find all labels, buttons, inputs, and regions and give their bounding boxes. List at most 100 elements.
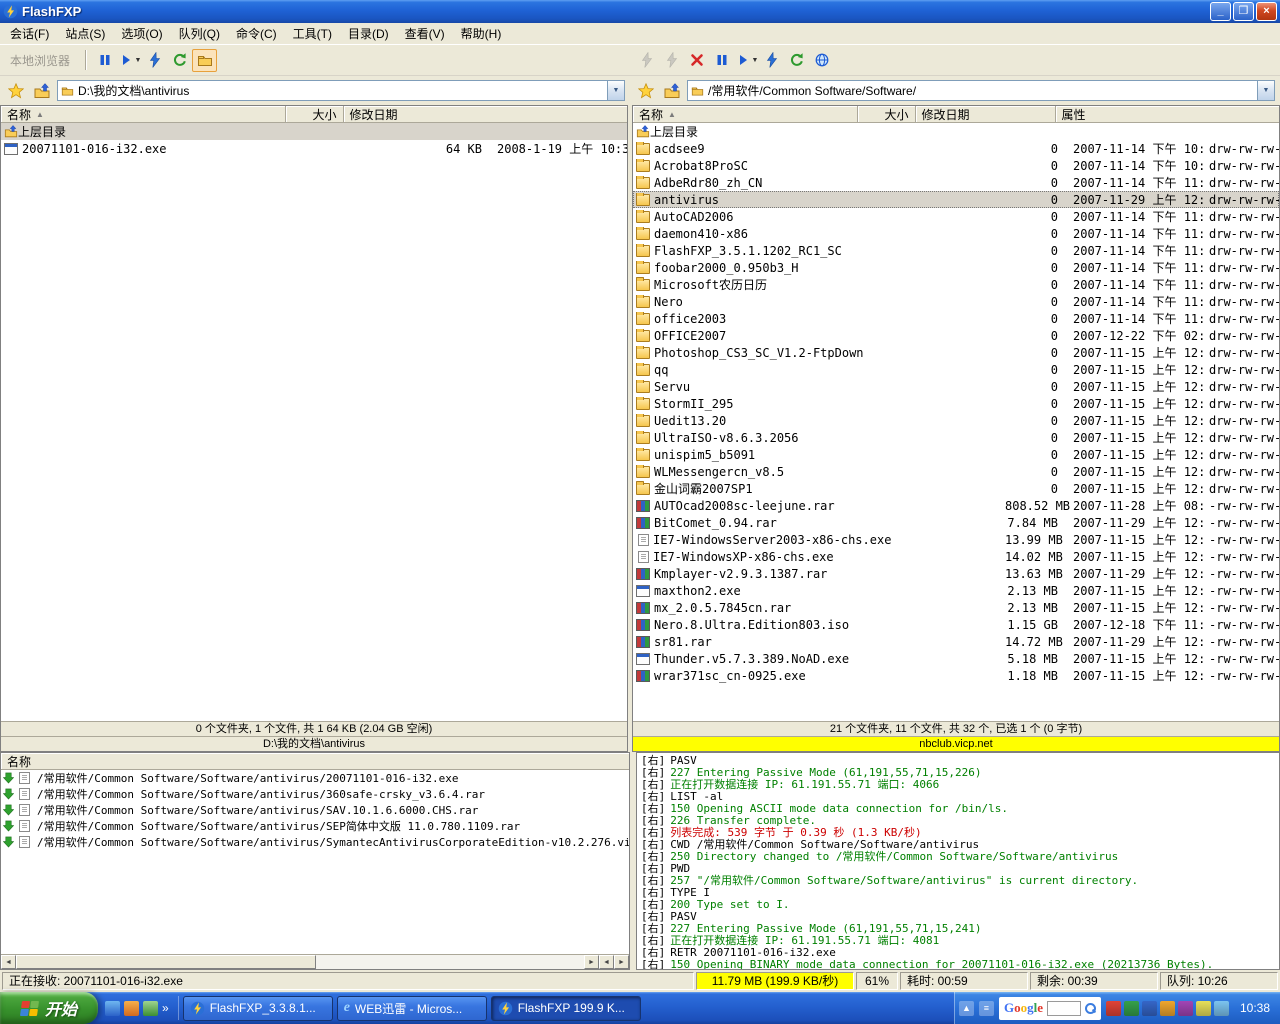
column-header-size[interactable]: 大小 (858, 106, 916, 123)
file-row[interactable]: 20071101-016-i32.exe64 KB2008-1-19 上午 10… (1, 140, 627, 157)
file-row[interactable]: AdbeRdr80_zh_CN02007-11-14 下午 11:12drw-r… (633, 174, 1279, 191)
tray-icon[interactable] (1160, 1001, 1175, 1016)
titlebar[interactable]: FlashFXP _ ❐ × (0, 0, 1280, 23)
tray-icon[interactable] (1142, 1001, 1157, 1016)
file-row[interactable]: unispim5_b509102007-11-15 上午 12:07drw-rw… (633, 446, 1279, 463)
hidden-icons-chevron[interactable]: ▲ (959, 1001, 974, 1016)
file-row[interactable]: wrar371sc_cn-0925.exe1.18 MB2007-11-15 上… (633, 667, 1279, 684)
queue-item[interactable]: /常用软件/Common Software/Software/antivirus… (1, 770, 629, 786)
play-icon[interactable]: ▼ (734, 49, 759, 72)
column-header-name[interactable]: 名称▲ (633, 106, 858, 123)
queue-item[interactable]: /常用软件/Common Software/Software/antivirus… (1, 802, 629, 818)
menu-item[interactable]: 会话(F) (2, 23, 57, 44)
file-row[interactable]: foobar2000_0.950b3_H02007-11-14 下午 11:31… (633, 259, 1279, 276)
up-directory-button[interactable] (661, 80, 683, 102)
file-row[interactable]: Nero02007-11-14 下午 11:33drw-rw-rw- (633, 293, 1279, 310)
menu-item[interactable]: 查看(V) (397, 23, 453, 44)
column-header-attr[interactable]: 属性 (1056, 106, 1280, 123)
menu-item[interactable]: 帮助(H) (453, 23, 510, 44)
queue-item[interactable]: /常用软件/Common Software/Software/antivirus… (1, 818, 629, 834)
minimize-button[interactable]: _ (1210, 2, 1231, 21)
menu-item[interactable]: 目录(D) (340, 23, 397, 44)
flashfxp-app-icon[interactable] (3, 4, 18, 19)
queue-item[interactable]: /常用软件/Common Software/Software/antivirus… (1, 834, 629, 850)
maximize-button[interactable]: ❐ (1233, 2, 1254, 21)
favorites-star-icon[interactable] (5, 80, 27, 102)
refresh-icon[interactable] (784, 49, 809, 72)
menu-item[interactable]: 工具(T) (285, 23, 340, 44)
close-button[interactable]: × (1256, 2, 1277, 21)
remote-path-combobox[interactable]: /常用软件/Common Software/Software/ ▼ (687, 80, 1275, 101)
file-row[interactable]: IE7-WindowsXP-x86-chs.exe14.02 MB2007-11… (633, 548, 1279, 565)
tray-icon[interactable] (1214, 1001, 1229, 1016)
refresh-icon[interactable] (167, 49, 192, 72)
column-header-date[interactable]: 修改日期 (916, 106, 1056, 123)
task-button[interactable]: FlashFXP 199.9 K... (491, 996, 641, 1021)
scrollbar-thumb[interactable] (16, 955, 316, 969)
scroll-left-icon[interactable]: ◄ (1, 955, 16, 969)
file-row[interactable]: Microsoft农历日历02007-11-14 下午 11:32drw-rw-… (633, 276, 1279, 293)
google-search-input[interactable] (1047, 1001, 1081, 1016)
menu-item[interactable]: 命令(C) (228, 23, 285, 44)
queue-item[interactable]: /常用软件/Common Software/Software/antivirus… (1, 786, 629, 802)
chevron-down-icon[interactable]: ▼ (135, 57, 142, 64)
language-bar-icon[interactable]: ≡ (979, 1001, 994, 1016)
quicklaunch-overflow-chevron[interactable]: » (162, 1001, 169, 1015)
file-row[interactable]: office200302007-11-14 下午 11:56drw-rw-rw- (633, 310, 1279, 327)
tray-icon[interactable] (1124, 1001, 1139, 1016)
splitter-collapse-right-icon[interactable]: ► (614, 955, 629, 969)
menu-item[interactable]: 选项(O) (113, 23, 170, 44)
file-row[interactable]: Photoshop_CS3_SC_V1.2-FtpDown02007-11-15… (633, 344, 1279, 361)
quicklaunch-icon[interactable] (105, 1001, 120, 1016)
file-row[interactable]: AutoCAD200602007-11-14 下午 11:28drw-rw-rw… (633, 208, 1279, 225)
file-row[interactable]: OFFICE200702007-12-22 下午 02:04drw-rw-rw- (633, 327, 1279, 344)
file-row[interactable]: sr81.rar14.72 MB2007-11-29 上午 12:28-rw-r… (633, 633, 1279, 650)
tray-icon[interactable] (1178, 1001, 1193, 1016)
file-row[interactable]: FlashFXP_3.5.1.1202_RC1_SC02007-11-14 下午… (633, 242, 1279, 259)
file-row[interactable]: Acrobat8ProSC02007-11-14 下午 10:55drw-rw-… (633, 157, 1279, 174)
quicklaunch-icon[interactable] (143, 1001, 158, 1016)
play-icon[interactable]: ▼ (117, 49, 142, 72)
file-row[interactable]: IE7-WindowsServer2003-x86-chs.exe13.99 M… (633, 531, 1279, 548)
tray-icon[interactable] (1106, 1001, 1121, 1016)
start-button[interactable]: 开始 (0, 992, 98, 1024)
task-button[interactable]: FlashFXP_3.3.8.1... (183, 996, 333, 1021)
chevron-down-icon[interactable]: ▼ (607, 81, 624, 100)
file-row[interactable]: Servu02007-11-15 上午 12:03drw-rw-rw- (633, 378, 1279, 395)
file-row[interactable]: Uedit13.2002007-11-15 上午 12:07drw-rw-rw- (633, 412, 1279, 429)
local-path-combobox[interactable]: D:\我的文档\antivirus ▼ (57, 80, 625, 101)
quick-connect-icon[interactable] (659, 49, 684, 72)
file-row[interactable]: 金山词霸2007SP102007-11-15 上午 12:19drw-rw-rw… (633, 480, 1279, 497)
menu-item[interactable]: 站点(S) (57, 23, 113, 44)
menu-item[interactable]: 队列(Q) (171, 23, 228, 44)
file-row[interactable]: mx_2.0.5.7845cn.rar2.13 MB2007-11-15 上午 … (633, 599, 1279, 616)
transfer-icon[interactable] (142, 49, 167, 72)
search-icon[interactable] (1085, 1003, 1096, 1014)
file-row[interactable]: qq02007-11-15 上午 12:03drw-rw-rw- (633, 361, 1279, 378)
pause-icon[interactable] (709, 49, 734, 72)
transfer-icon[interactable] (759, 49, 784, 72)
file-row[interactable]: Kmplayer-v2.9.3.1387.rar13.63 MB2007-11-… (633, 565, 1279, 582)
column-header-date[interactable]: 修改日期 (344, 106, 628, 123)
splitter-collapse-left-icon[interactable]: ◄ (599, 955, 614, 969)
file-row[interactable]: StormII_29502007-11-15 上午 12:06drw-rw-rw… (633, 395, 1279, 412)
google-deskbar[interactable]: Google (999, 997, 1101, 1020)
connect-icon[interactable] (634, 49, 659, 72)
chevron-down-icon[interactable]: ▼ (752, 57, 759, 64)
file-row[interactable]: 上层目录 (633, 123, 1279, 140)
file-row[interactable]: AUTOcad2008sc-leejune.rar808.52 MB2007-1… (633, 497, 1279, 514)
quicklaunch-icon[interactable] (124, 1001, 139, 1016)
pause-icon[interactable] (92, 49, 117, 72)
scrollbar-track[interactable] (316, 955, 584, 969)
file-row[interactable]: 上层目录 (1, 123, 627, 140)
chevron-down-icon[interactable]: ▼ (1257, 81, 1274, 100)
task-button[interactable]: eWEB迅雷 - Micros... (337, 996, 487, 1021)
disconnect-icon[interactable] (684, 49, 709, 72)
file-row[interactable]: antivirus02007-11-29 上午 12:25drw-rw-rw- (633, 191, 1279, 208)
file-row[interactable]: acdsee902007-11-14 下午 10:55drw-rw-rw- (633, 140, 1279, 157)
file-row[interactable]: maxthon2.exe2.13 MB2007-11-15 上午 12:20-r… (633, 582, 1279, 599)
column-header-size[interactable]: 大小 (286, 106, 344, 123)
queue-header-name[interactable]: 名称 (1, 753, 629, 770)
tray-icon[interactable] (1196, 1001, 1211, 1016)
file-row[interactable]: daemon410-x8602007-11-14 下午 11:31drw-rw-… (633, 225, 1279, 242)
